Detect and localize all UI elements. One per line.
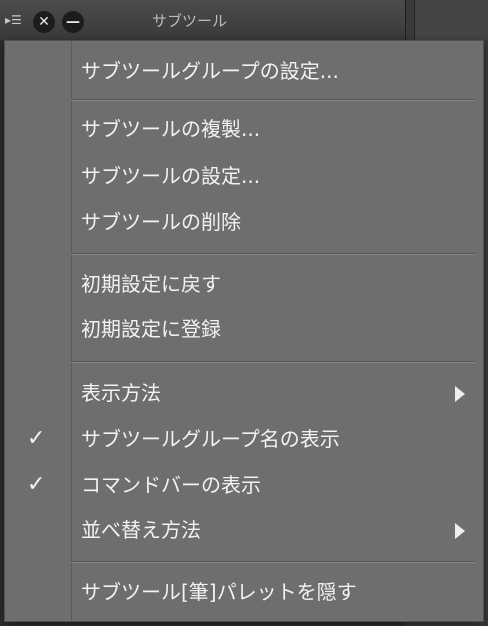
submenu-arrow-icon	[455, 523, 465, 539]
menu-item-duplicate-subtool[interactable]: サブツールの複製...	[5, 109, 483, 149]
menu-item-label: 初期設定に登録	[81, 317, 221, 341]
menu-item-hide-palette[interactable]: サブツール[筆]パレットを隠す	[5, 572, 483, 612]
menu-item-label: サブツールの削除	[81, 210, 241, 234]
menu-item-label: サブツールグループの設定...	[81, 59, 339, 83]
menu-separator	[71, 361, 475, 363]
menu-item-label: 初期設定に戻す	[81, 272, 221, 296]
menu-item-show-command-bar[interactable]: ✓ コマンドバーの表示	[5, 465, 483, 505]
menu-item-label: サブツールの設定...	[81, 164, 261, 188]
close-icon[interactable]: ✕	[33, 11, 55, 33]
menu-item-label: 表示方法	[81, 381, 161, 405]
submenu-arrow-icon	[455, 386, 465, 402]
menu-item-label: コマンドバーの表示	[81, 473, 261, 497]
panel-tab[interactable]	[414, 0, 488, 40]
menu-item-subtool-group-settings[interactable]: サブツールグループの設定...	[5, 51, 483, 91]
context-menu: サブツールグループの設定... サブツールの複製... サブツールの設定... …	[4, 40, 484, 622]
minimize-icon[interactable]: —	[62, 11, 84, 33]
menu-separator	[71, 253, 475, 255]
menu-item-label: サブツールの複製...	[81, 117, 261, 141]
palette-menu-icon[interactable]: ▸☰	[5, 13, 23, 27]
palette-title: サブツール	[152, 12, 228, 30]
menu-item-subtool-settings[interactable]: サブツールの設定...	[5, 156, 483, 196]
menu-item-delete-subtool[interactable]: サブツールの削除	[5, 202, 483, 242]
menu-item-sort-method[interactable]: 並べ替え方法	[5, 510, 483, 550]
menu-separator	[71, 99, 475, 101]
menu-item-label: 並べ替え方法	[81, 518, 201, 542]
subtool-palette-header: ▸☰ ✕ — サブツール	[0, 0, 406, 40]
menu-item-display-method[interactable]: 表示方法	[5, 373, 483, 413]
checkmark-icon: ✓	[27, 472, 46, 497]
menu-item-register-as-default[interactable]: 初期設定に登録	[5, 309, 483, 349]
checkmark-icon: ✓	[27, 426, 46, 451]
menu-item-label: サブツールグループ名の表示	[81, 427, 340, 451]
menu-item-label: サブツール[筆]パレットを隠す	[81, 580, 357, 604]
menu-separator	[71, 561, 475, 563]
menu-item-reset-to-default[interactable]: 初期設定に戻す	[5, 264, 483, 304]
menu-item-show-group-name[interactable]: ✓ サブツールグループ名の表示	[5, 419, 483, 459]
